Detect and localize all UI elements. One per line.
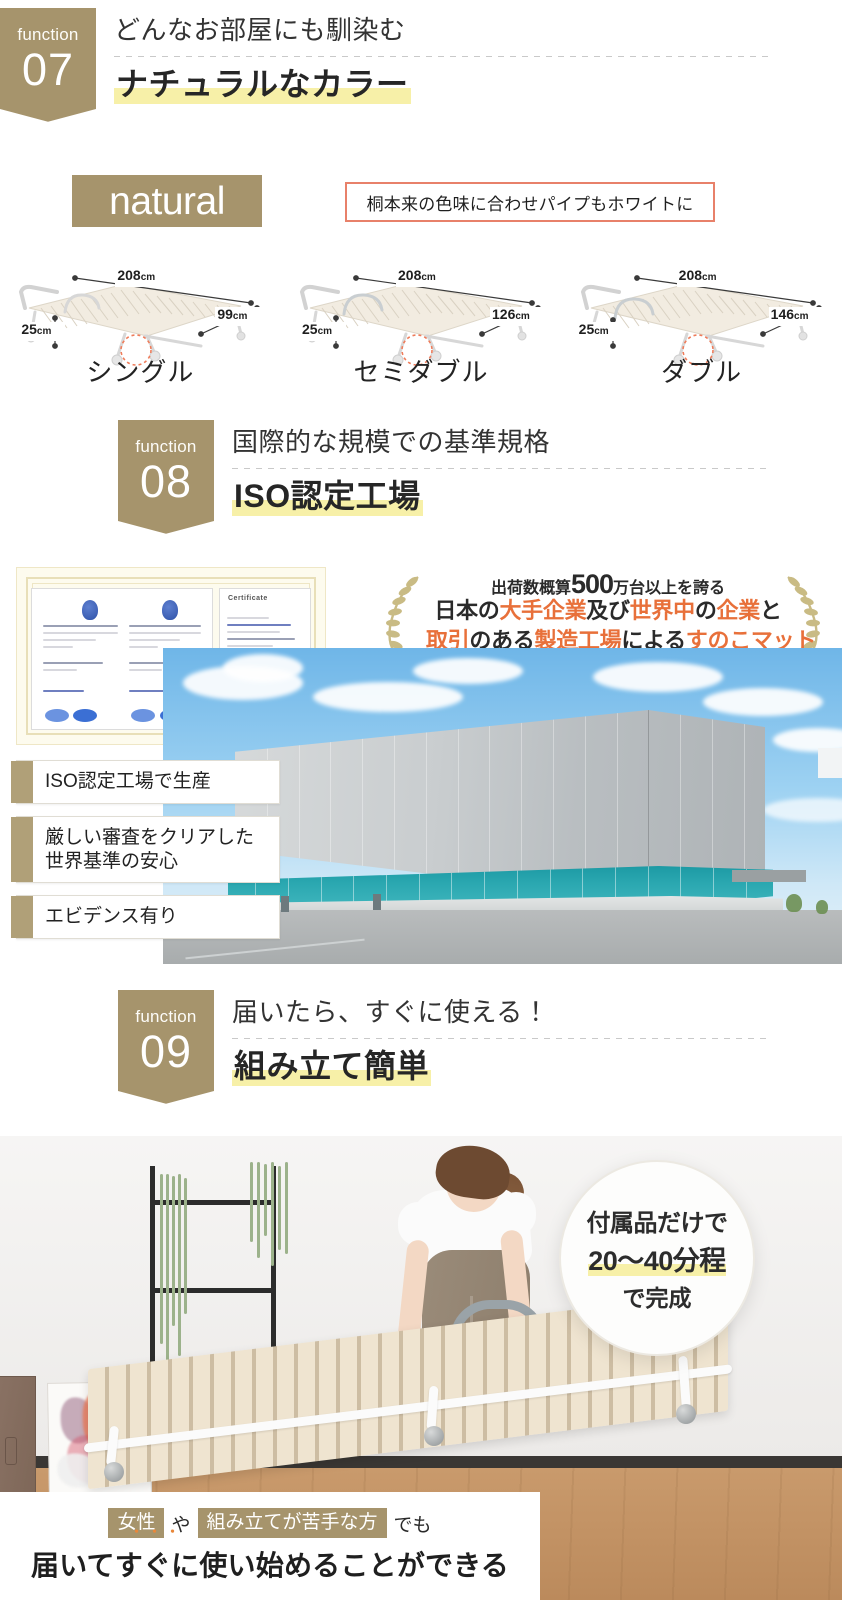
assembly-time-badge: 付属品だけで 20〜40分程 で完成 — [559, 1160, 755, 1356]
function-07-number: 07 — [21, 44, 75, 95]
certificate-title: Certificate — [228, 595, 268, 602]
assembly-badge-line-1: 付属品だけで — [586, 1210, 729, 1237]
laurel-headline: 出荷数概算500万台以上を誇る 日本の大手企業及び世界中の企業と 取引のある製造… — [378, 565, 828, 657]
function-09-header: function 09 届いたら、すぐに使える！ 組み立て簡単 — [0, 990, 842, 1113]
function-08-title: ISO認定工場 — [232, 477, 423, 516]
natural-badge-label: natural — [109, 179, 225, 223]
function-07-texts: どんなお部屋にも馴染む ナチュラルなカラー — [96, 8, 842, 104]
iso-tag-3: エビデンス有り — [11, 895, 280, 939]
function-08-texts: 国際的な規模での基準規格 ISO認定工場 — [214, 420, 842, 516]
factory-entrance-canopy — [732, 870, 806, 882]
function-09-title-text: 組み立て簡単 — [232, 1047, 432, 1086]
bed-label-single: シングル — [86, 357, 195, 387]
caption-main-line: 届いてすぐに使い始めることができる — [31, 1544, 509, 1584]
function-07-title: ナチュラルなカラー — [114, 65, 411, 104]
laurel-line-2: 日本の大手企業及び世界中の企業と — [434, 598, 782, 623]
natural-badge: natural — [72, 175, 262, 227]
function-09-ribbon: function 09 — [118, 990, 214, 1113]
bed-label-double: ダブル — [661, 357, 743, 387]
iso-tag-1: ISO認定工場で生産 — [11, 760, 280, 804]
assembly-badge-line-3: で完成 — [622, 1285, 692, 1311]
assembly-photo: 付属品だけで 20〜40分程 で完成 女性 や 組み立てが苦手な方 でも 届いて… — [0, 1136, 842, 1600]
bed-caster-left — [104, 1462, 124, 1482]
function-07-word: function — [17, 25, 79, 44]
function-08-title-text: ISO認定工場 — [232, 477, 423, 516]
pipe-color-note-text: 桐本来の色味に合わせパイプもホワイトに — [366, 194, 694, 214]
iso-tag-2: 厳しい審査をクリアした 世界基準の安心 — [11, 815, 280, 884]
caption-part-c: 使い始めることができる — [199, 1549, 510, 1581]
function-09-number: 09 — [139, 1026, 193, 1077]
slatted-bed — [84, 1290, 788, 1490]
bed-caster-mid — [424, 1426, 444, 1446]
iso-feature-tags: ISO認定工場で生産 厳しい審査をクリアした 世界基準の安心 エビデンス有り — [11, 760, 280, 951]
bed-size-labels: シングル セミダブル ダブル — [0, 352, 842, 389]
function-09-subtitle: 届いたら、すぐに使える！ — [232, 997, 550, 1027]
function-07-header: function 07 どんなお部屋にも馴染む ナチュラルなカラー — [0, 8, 842, 131]
function-08-subtitle: 国際的な規模での基準規格 — [232, 427, 551, 457]
function-08-number: 08 — [139, 456, 193, 507]
function-07-ribbon: function 07 — [0, 8, 96, 131]
assembly-badge-line-2: 20〜40分程 — [588, 1246, 726, 1276]
background-tree — [786, 894, 802, 912]
function-08-ribbon: function 08 — [118, 420, 214, 543]
function-07-title-text: ナチュラルなカラー — [114, 65, 411, 104]
caption-suffix: でも — [393, 1514, 432, 1536]
person-sleeve-right — [496, 1192, 536, 1236]
function-09-texts: 届いたら、すぐに使える！ 組み立て簡単 — [214, 990, 842, 1086]
bed-label-semidouble: セミダブル — [353, 357, 489, 387]
function-08-header: function 08 国際的な規模での基準規格 ISO認定工場 — [0, 420, 842, 543]
background-tree-2 — [816, 900, 828, 914]
factory-window-upper — [818, 748, 842, 778]
roadside-post-2 — [373, 894, 381, 910]
pipe-color-note: 桐本来の色味に合わせパイプもホワイトに — [345, 182, 715, 222]
function-08-divider — [232, 467, 772, 469]
caption-part-a: 届いて — [30, 1549, 115, 1581]
caption-emphasis-sugu: すぐに — [115, 1544, 200, 1584]
function-09-title: 組み立て簡単 — [232, 1047, 432, 1086]
bottom-caption: 女性 や 組み立てが苦手な方 でも 届いてすぐに使い始めることができる — [0, 1492, 540, 1600]
roadside-post — [281, 896, 289, 912]
function-09-word: function — [135, 1007, 197, 1026]
laurel-left-icon — [386, 576, 419, 652]
function-07-subtitle: どんなお部屋にも馴染む — [114, 15, 406, 45]
function-08-word: function — [135, 437, 197, 456]
caption-tag-novice: 組み立てが苦手な方 — [197, 1508, 387, 1538]
function-07-divider — [114, 55, 772, 57]
function-09-divider — [232, 1037, 772, 1039]
bed-caster-right — [676, 1404, 696, 1424]
